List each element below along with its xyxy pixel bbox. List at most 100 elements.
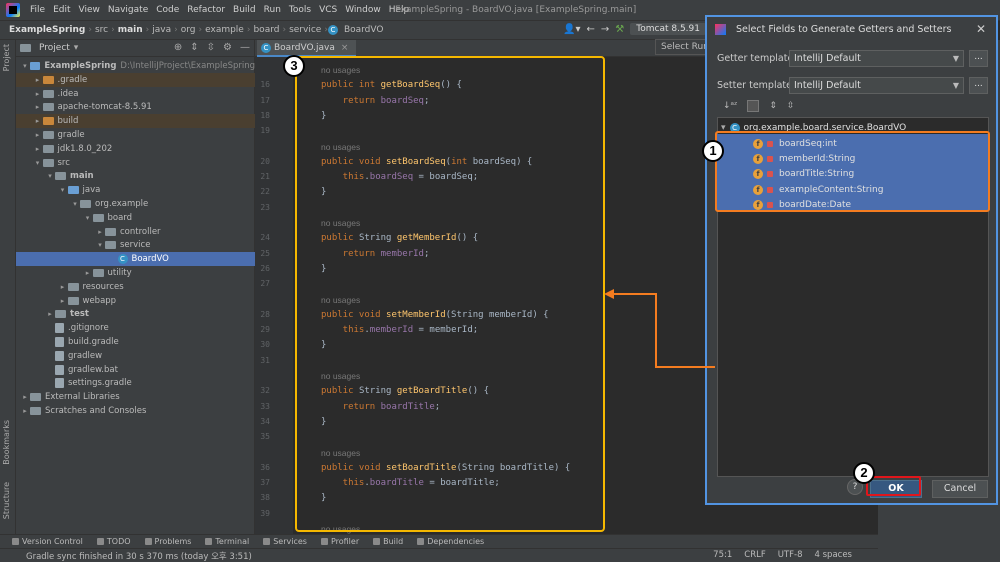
forward-icon[interactable]: → <box>601 24 609 35</box>
usages-text[interactable]: no usages <box>321 65 360 75</box>
tree-item[interactable]: ▸ gradle <box>16 128 255 142</box>
caret-position[interactable]: 75:1 <box>713 550 732 560</box>
tree-item[interactable]: C BoardVO <box>16 252 255 267</box>
usages-text[interactable]: no usages <box>321 142 360 152</box>
tool-window-dependencies[interactable]: Dependencies <box>417 537 484 546</box>
collapse-all-icon[interactable]: ⇳ <box>207 42 215 53</box>
chevron-right-icon[interactable]: ▸ <box>33 131 43 139</box>
chevron-right-icon[interactable]: ▸ <box>58 297 68 305</box>
tree-item[interactable]: ▸ utility <box>16 266 255 280</box>
tree-item[interactable]: ▾ board <box>16 211 255 225</box>
field-item[interactable]: f boardTitle:String <box>753 167 854 182</box>
menu-item-view[interactable]: View <box>75 5 104 15</box>
getter-template-browse-button[interactable]: ... <box>969 50 988 67</box>
expand-all-icon[interactable]: ⇕ <box>769 101 777 111</box>
usages-text[interactable]: no usages <box>321 371 360 381</box>
tool-window-problems[interactable]: Problems <box>144 537 191 546</box>
breadcrumb-item[interactable]: src <box>92 25 111 35</box>
tree-item[interactable]: ▸ Scratches and Consoles <box>16 404 255 418</box>
tree-item[interactable]: gradlew <box>16 349 255 363</box>
chevron-right-icon[interactable]: ▸ <box>33 145 43 153</box>
breadcrumb-item[interactable]: service <box>286 25 324 35</box>
menu-item-file[interactable]: File <box>26 5 49 15</box>
chevron-right-icon[interactable]: ▸ <box>95 228 105 236</box>
tree-item[interactable]: ▾ src <box>16 156 255 170</box>
menu-item-window[interactable]: Window <box>341 5 385 15</box>
tool-window-services[interactable]: Services <box>263 537 307 546</box>
structure-tool-tab[interactable]: Structure <box>2 482 11 519</box>
tree-item[interactable]: gradlew.bat <box>16 363 255 377</box>
menu-item-code[interactable]: Code <box>152 5 183 15</box>
tool-window-build[interactable]: Build <box>373 537 403 546</box>
chevron-right-icon[interactable]: ▸ <box>33 90 43 98</box>
chevron-right-icon[interactable]: ▸ <box>20 407 30 415</box>
tree-item[interactable]: ▸ apache-tomcat-8.5.91 <box>16 100 255 114</box>
tree-item[interactable]: ▾ main <box>16 169 255 183</box>
chevron-down-icon[interactable]: ▾ <box>45 172 55 180</box>
breadcrumb-item[interactable]: board <box>250 25 282 35</box>
chevron-right-icon[interactable]: ▸ <box>45 310 55 318</box>
usages-text[interactable]: no usages <box>321 448 360 458</box>
tree-item[interactable]: ▸ resources <box>16 280 255 294</box>
tree-item[interactable]: ▸ jdk1.8.0_202 <box>16 142 255 156</box>
usages-text[interactable]: no usages <box>321 295 360 305</box>
breadcrumb-item[interactable]: main <box>115 25 146 35</box>
usages-text[interactable]: no usages <box>321 524 360 534</box>
chevron-down-icon[interactable]: ▾ <box>70 200 80 208</box>
chevron-down-icon[interactable]: ▾ <box>83 214 93 222</box>
gear-icon[interactable]: ⚙ <box>223 42 232 53</box>
field-item[interactable]: f exampleContent:String <box>753 182 883 197</box>
menu-item-run[interactable]: Run <box>260 5 285 15</box>
cancel-button[interactable]: Cancel <box>932 480 988 498</box>
tree-item[interactable]: .gitignore <box>16 321 255 335</box>
expand-all-icon[interactable]: ⇕ <box>190 42 198 53</box>
indent-setting[interactable]: 4 spaces <box>815 550 852 560</box>
sort-alpha-icon[interactable]: ↓ᵃᶻ <box>723 101 737 111</box>
back-icon[interactable]: ← <box>587 24 595 35</box>
breadcrumb-item[interactable]: org <box>178 25 199 35</box>
tool-window-version-control[interactable]: Version Control <box>12 537 83 546</box>
chevron-right-icon[interactable]: ▸ <box>33 117 43 125</box>
breadcrumb-item[interactable]: example <box>202 25 247 35</box>
run-config-select[interactable]: Tomcat 8.5.91 <box>630 23 706 35</box>
chevron-down-icon[interactable]: ▾ <box>74 43 79 53</box>
collapse-all-icon[interactable]: ⇳ <box>787 101 795 111</box>
menu-item-vcs[interactable]: VCS <box>315 5 341 15</box>
field-item[interactable]: f memberId:String <box>753 151 855 166</box>
field-item[interactable]: f boardDate:Date <box>753 198 851 213</box>
getter-template-select[interactable]: IntelliJ Default ▼ <box>789 50 964 67</box>
chevron-down-icon[interactable]: ▾ <box>20 62 30 70</box>
chevron-down-icon[interactable]: ▾ <box>58 186 68 194</box>
tree-item[interactable]: ▸ .idea <box>16 87 255 101</box>
tool-window-profiler[interactable]: Profiler <box>320 537 359 546</box>
chevron-down-icon[interactable]: ▾ <box>33 159 43 167</box>
project-panel-title[interactable]: Project <box>39 43 70 53</box>
chevron-right-icon[interactable]: ▸ <box>58 283 68 291</box>
chevron-right-icon[interactable]: ▸ <box>33 103 43 111</box>
locate-icon[interactable]: ⊕ <box>174 42 182 53</box>
close-icon[interactable]: ✕ <box>976 22 986 36</box>
breadcrumb-item[interactable]: BoardVO <box>341 25 387 35</box>
tree-item[interactable]: ▾ service <box>16 238 255 252</box>
setter-template-browse-button[interactable]: ... <box>969 77 988 94</box>
tool-window-todo[interactable]: TODO <box>96 537 131 546</box>
tool-window-terminal[interactable]: Terminal <box>205 537 249 546</box>
tree-item[interactable]: ▸ .gradle <box>16 72 255 87</box>
usages-text[interactable]: no usages <box>321 218 360 228</box>
menu-item-tools[interactable]: Tools <box>285 5 315 15</box>
setter-template-select[interactable]: IntelliJ Default ▼ <box>789 77 964 94</box>
line-separator[interactable]: CRLF <box>744 550 765 560</box>
class-node[interactable]: ▾ C org.example.board.service.BoardVO <box>721 120 906 135</box>
tree-item[interactable]: ▸ controller <box>16 225 255 239</box>
tree-item[interactable]: ▾ org.example <box>16 197 255 211</box>
chevron-right-icon[interactable]: ▸ <box>33 76 43 84</box>
close-icon[interactable]: × <box>341 43 349 53</box>
breadcrumb-item[interactable]: java <box>149 25 174 35</box>
user-icon[interactable]: 👤▾ <box>563 24 580 35</box>
hide-icon[interactable]: — <box>240 42 250 53</box>
bookmarks-tool-tab[interactable]: Bookmarks <box>2 420 11 465</box>
tree-item[interactable]: build.gradle <box>16 335 255 349</box>
status-message[interactable]: Gradle sync finished in 30 s 370 ms (tod… <box>26 550 252 562</box>
file-encoding[interactable]: UTF-8 <box>778 550 803 560</box>
tree-item[interactable]: ▸ test <box>16 307 255 321</box>
